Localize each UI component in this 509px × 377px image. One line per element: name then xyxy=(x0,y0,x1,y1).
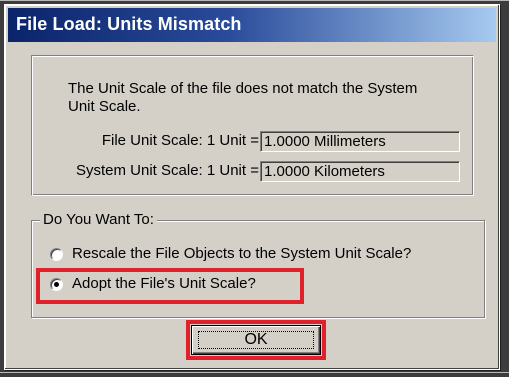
backdrop-line xyxy=(0,372,509,373)
dialog-title: File Load: Units Mismatch xyxy=(16,14,242,34)
file-unit-row: File Unit Scale: 1 Unit = 1.0000 Millime… xyxy=(32,131,475,153)
backdrop-line xyxy=(0,0,509,1)
adopt-highlight-box xyxy=(36,268,304,304)
mismatch-message: The Unit Scale of the file does not matc… xyxy=(68,80,418,115)
rescale-radio[interactable] xyxy=(50,248,63,261)
units-mismatch-dialog: File Load: Units Mismatch The Unit Scale… xyxy=(4,4,500,370)
system-unit-row: System Unit Scale: 1 Unit = 1.0000 Kilom… xyxy=(32,161,475,183)
system-unit-label: System Unit Scale: 1 Unit = xyxy=(76,162,259,179)
unit-info-panel: The Unit Scale of the file does not matc… xyxy=(31,55,474,196)
file-unit-label: File Unit Scale: 1 Unit = xyxy=(101,132,259,149)
rescale-label[interactable]: Rescale the File Objects to the System U… xyxy=(72,245,411,262)
rescale-option[interactable]: Rescale the File Objects to the System U… xyxy=(50,245,480,267)
options-legend: Do You Want To: xyxy=(40,211,157,228)
file-unit-field: 1.0000 Millimeters xyxy=(260,131,460,152)
title-bar[interactable]: File Load: Units Mismatch xyxy=(8,8,496,42)
system-unit-field: 1.0000 Kilometers xyxy=(260,161,460,182)
ok-highlight-box xyxy=(186,320,326,360)
